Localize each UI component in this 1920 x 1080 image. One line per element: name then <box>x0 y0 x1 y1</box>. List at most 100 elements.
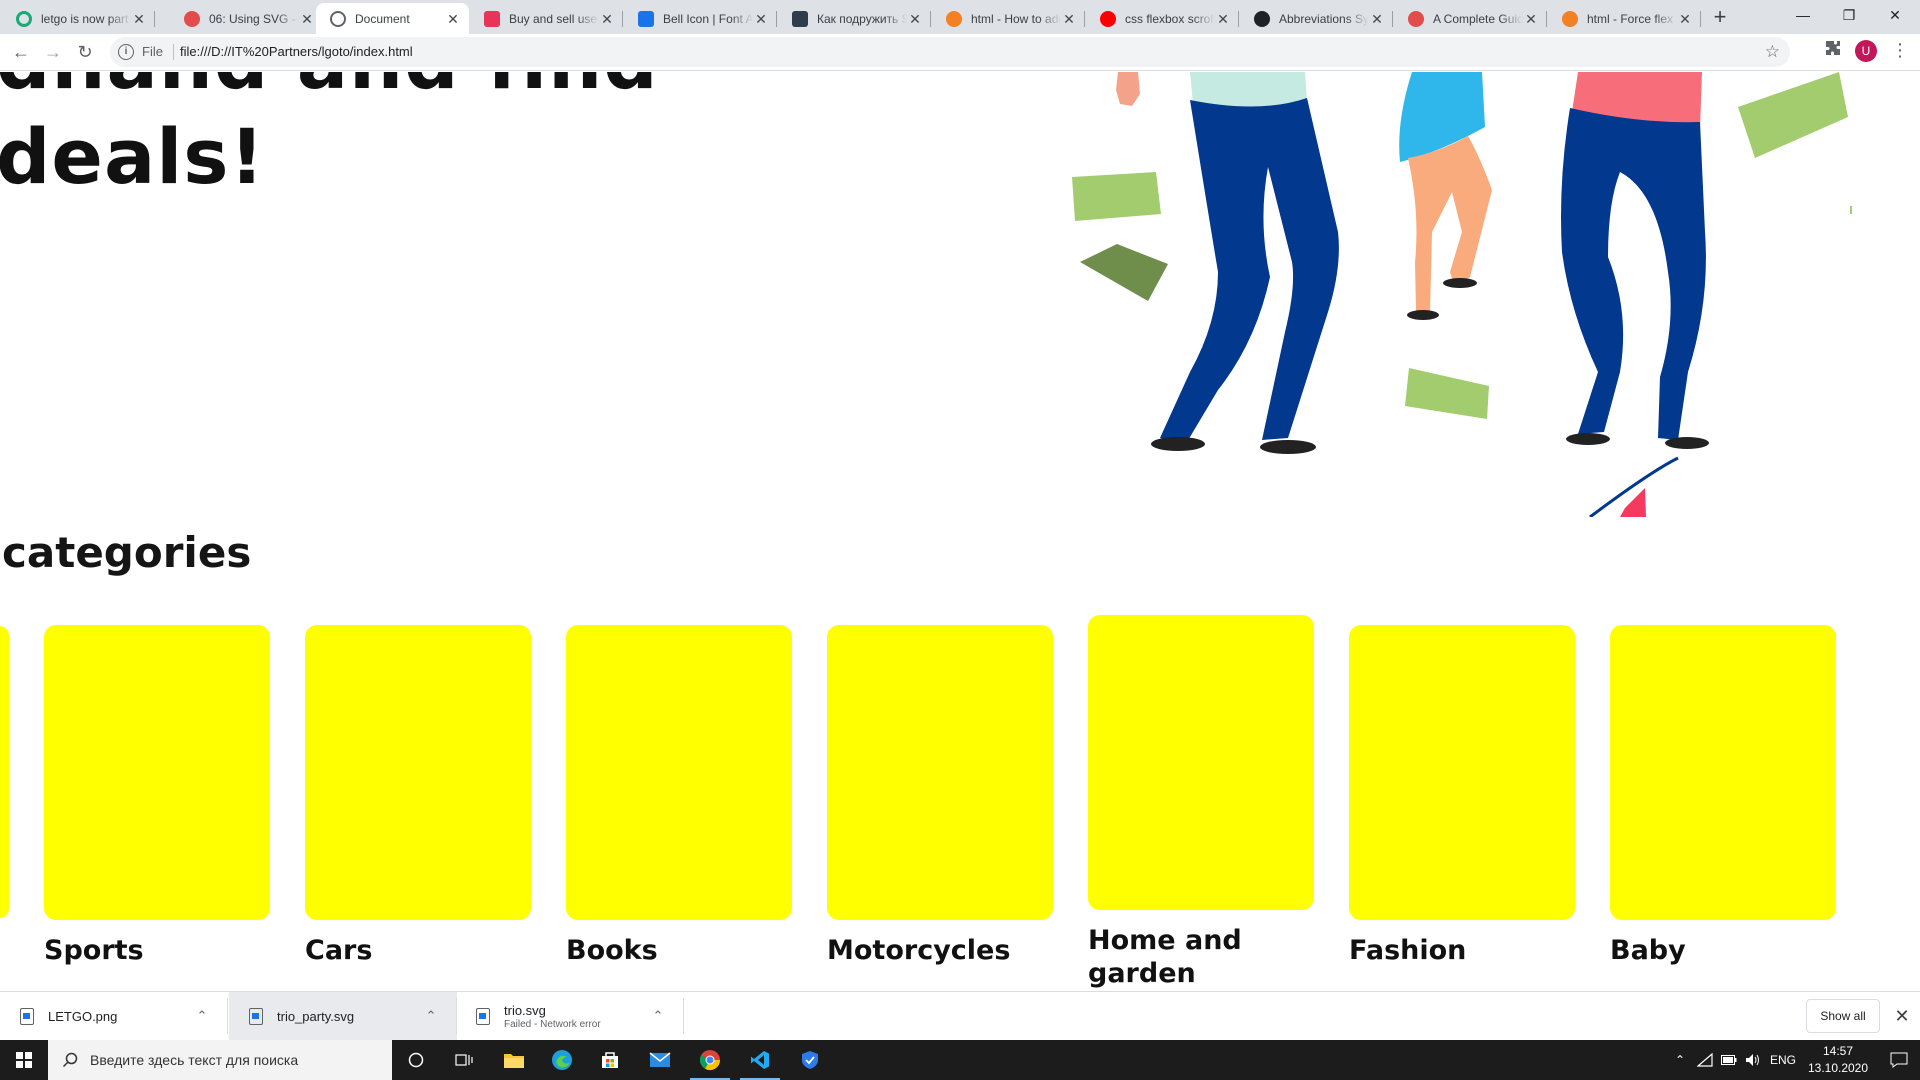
chevron-up-icon[interactable]: ⌃ <box>192 1008 212 1024</box>
minimize-icon[interactable]: — <box>1780 0 1826 30</box>
tab-close-icon[interactable]: ✕ <box>907 11 923 27</box>
tab-2[interactable]: Document ✕ <box>316 3 469 34</box>
hero-title-line-1: dhand and find <box>0 72 659 106</box>
category-tile[interactable] <box>1088 615 1314 910</box>
file-icon <box>249 1007 263 1025</box>
download-item[interactable]: trio.svg Failed - Network error ⌃ <box>456 992 684 1040</box>
edge-browser-icon[interactable] <box>538 1040 586 1080</box>
person-3-shoe-right <box>1665 437 1709 449</box>
window-close-icon[interactable]: ✕ <box>1872 0 1918 30</box>
vscode-icon[interactable] <box>736 1040 784 1080</box>
tab-close-icon[interactable]: ✕ <box>1523 11 1539 27</box>
tab-5[interactable]: Как подружить SVG✕ <box>778 3 931 34</box>
tab-7[interactable]: css flexbox scroll ✕ <box>1086 3 1239 34</box>
category-card[interactable]: Cars <box>305 625 531 967</box>
category-label[interactable]: Motorcycles <box>827 934 1053 967</box>
close-shelf-icon[interactable]: ✕ <box>1890 1004 1914 1028</box>
category-card-partial[interactable] <box>0 626 9 918</box>
category-tile[interactable] <box>827 625 1053 920</box>
categories-heading: categories <box>2 528 252 577</box>
info-icon[interactable]: i <box>118 44 134 60</box>
show-all-downloads-button[interactable]: Show all <box>1806 999 1880 1033</box>
hand <box>1116 72 1140 106</box>
download-item[interactable]: LETGO.png ⌃ <box>0 992 228 1040</box>
person-1-shoe-right <box>1260 440 1316 454</box>
category-label[interactable]: Fashion <box>1349 934 1575 967</box>
url-text[interactable]: file:///D://IT%20Partners/lgoto/index.ht… <box>180 44 413 59</box>
category-card[interactable]: Sports <box>44 625 270 967</box>
tab-6[interactable]: html - How to add SVG✕ <box>932 3 1085 34</box>
address-bar[interactable]: i File file:///D://IT%20Partners/lgoto/i… <box>110 37 1790 67</box>
network-icon[interactable] <box>1694 1040 1716 1080</box>
restore-icon[interactable]: ❐ <box>1826 0 1872 30</box>
tab-close-icon[interactable]: ✕ <box>1215 11 1231 27</box>
mail-icon[interactable] <box>636 1040 684 1080</box>
category-label[interactable]: Baby <box>1610 934 1836 967</box>
category-tile[interactable] <box>305 625 531 920</box>
notifications-icon[interactable] <box>1878 1040 1920 1080</box>
tab-title: 06: Using SVG - SVG Tutorial <box>209 11 299 26</box>
category-tile[interactable] <box>1610 625 1836 920</box>
bookmark-star-icon[interactable]: ☆ <box>1765 42 1780 62</box>
forward-arrow-icon[interactable]: → <box>41 40 65 64</box>
tab-close-icon[interactable]: ✕ <box>299 11 315 27</box>
tab-close-icon[interactable]: ✕ <box>1369 11 1385 27</box>
tab-9[interactable]: A Complete Guide to Flexbox✕ <box>1394 3 1547 34</box>
tab-close-icon[interactable]: ✕ <box>131 11 147 27</box>
category-card[interactable]: Baby <box>1610 625 1836 967</box>
tab-close-icon[interactable]: ✕ <box>1677 11 1693 27</box>
windows-start-icon[interactable] <box>0 1040 48 1080</box>
tab-0[interactable]: letgo is now part of OfferUp✕ <box>2 3 155 34</box>
tab-close-icon[interactable]: ✕ <box>445 11 461 27</box>
more-menu-icon[interactable]: ⋮ <box>1890 39 1910 61</box>
battery-icon[interactable] <box>1718 1040 1740 1080</box>
money-note-2 <box>1080 244 1168 301</box>
back-arrow-icon[interactable]: ← <box>9 40 33 64</box>
reload-icon[interactable]: ↻ <box>73 40 97 64</box>
category-tile[interactable] <box>1349 625 1575 920</box>
tray-chevron-up-icon[interactable]: ⌃ <box>1670 1040 1690 1080</box>
task-view-icon[interactable] <box>440 1040 488 1080</box>
category-label[interactable]: Home and garden <box>1088 924 1314 990</box>
security-shield-icon[interactable] <box>786 1040 834 1080</box>
tab-close-icon[interactable]: ✕ <box>1061 11 1077 27</box>
file-explorer-icon[interactable] <box>490 1040 538 1080</box>
tab-title: css flexbox scroll <box>1125 11 1215 26</box>
clock-time: 14:57 <box>1822 1044 1854 1058</box>
person-3-shoe-left <box>1566 433 1610 445</box>
tab-close-icon[interactable]: ✕ <box>599 11 615 27</box>
taskbar-search-box[interactable]: Введите здесь текст для поиска <box>48 1040 392 1080</box>
category-tile[interactable] <box>44 625 270 920</box>
tab-1[interactable]: 06: Using SVG - SVG Tutorial✕ <box>170 3 323 34</box>
cortana-circle-icon[interactable] <box>392 1040 440 1080</box>
tab-strip: letgo is now part of OfferUp✕ 06: Using S… <box>0 0 1920 34</box>
person-2-shoe-left <box>1407 310 1439 320</box>
category-label[interactable]: Sports <box>44 934 270 967</box>
download-item[interactable]: trio_party.svg ⌃ <box>229 992 457 1040</box>
extensions-puzzle-icon[interactable] <box>1824 39 1842 57</box>
new-tab-button[interactable]: + <box>1708 6 1732 30</box>
microsoft-store-icon[interactable] <box>586 1040 634 1080</box>
profile-avatar[interactable]: U <box>1855 40 1877 62</box>
chevron-up-icon[interactable]: ⌃ <box>648 1008 668 1024</box>
tab-8[interactable]: Abbreviations Syntax✕ <box>1240 3 1393 34</box>
volume-icon[interactable] <box>1742 1040 1764 1080</box>
tab-3[interactable]: Buy and sell used stuff✕ <box>470 3 623 34</box>
input-language[interactable]: ENG <box>1768 1040 1798 1080</box>
category-label[interactable]: Books <box>566 934 792 967</box>
party-people-illustration <box>1072 72 1852 517</box>
category-card[interactable]: Books <box>566 625 792 967</box>
taskbar-clock[interactable]: 14:57 13.10.2020 <box>1800 1043 1876 1077</box>
category-tile[interactable] <box>566 625 792 920</box>
category-card[interactable]: Home and garden <box>1088 615 1314 990</box>
category-label[interactable]: Cars <box>305 934 531 967</box>
chevron-up-icon[interactable]: ⌃ <box>421 1008 441 1024</box>
money-note-4 <box>1738 72 1848 158</box>
tab-4[interactable]: Bell Icon | Font Awesome✕ <box>624 3 777 34</box>
download-status: Failed - Network error <box>504 1018 601 1030</box>
category-card[interactable]: Fashion <box>1349 625 1575 967</box>
chrome-icon[interactable] <box>686 1040 734 1080</box>
category-card[interactable]: Motorcycles <box>827 625 1053 967</box>
tab-close-icon[interactable]: ✕ <box>753 11 769 27</box>
tab-10[interactable]: html - Force flex item✕ <box>1548 3 1701 34</box>
